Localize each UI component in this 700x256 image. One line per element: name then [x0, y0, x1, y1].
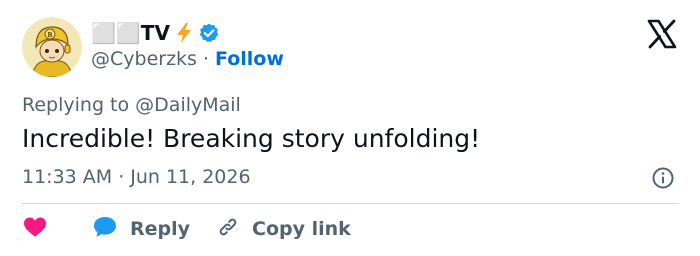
tweet-time: 11:33 AM — [22, 166, 113, 188]
author-name-row: ⬜⬜TV — [91, 20, 220, 46]
link-icon — [216, 215, 252, 243]
reply-label: Reply — [130, 218, 191, 240]
svg-text:B: B — [47, 31, 52, 39]
copy-link-button[interactable]: Copy link — [216, 215, 351, 243]
reply-button[interactable]: Reply — [92, 215, 190, 243]
reply-mention-link[interactable]: @DailyMail — [135, 94, 241, 116]
info-icon[interactable] — [651, 166, 675, 190]
avatar[interactable]: B — [22, 17, 82, 77]
divider — [22, 203, 679, 204]
embedded-tweet-card: B ⬜⬜TV @Cyberzks · Follow Replying to @D… — [0, 0, 700, 256]
reply-prefix: Replying to — [22, 94, 130, 116]
display-name[interactable]: ⬜⬜TV — [91, 20, 170, 46]
action-bar: Reply Copy link — [22, 214, 351, 244]
separator-dot: · — [118, 166, 125, 188]
tweet-date: Jun 11, 2026 — [130, 166, 251, 188]
speech-bubble-icon — [92, 215, 130, 243]
follow-button[interactable]: Follow — [215, 46, 284, 72]
reply-context: Replying to @DailyMail — [22, 92, 241, 118]
like-button[interactable] — [22, 215, 48, 243]
verified-badge-icon — [198, 22, 220, 44]
tweet-timestamp[interactable]: 11:33 AM · Jun 11, 2026 — [22, 164, 251, 190]
lightning-bolt-icon — [174, 22, 194, 44]
x-logo-icon[interactable] — [646, 18, 678, 50]
heart-icon — [22, 215, 48, 243]
author-handle[interactable]: @Cyberzks — [91, 46, 197, 72]
separator-dot: · — [202, 48, 209, 70]
tweet-text: Incredible! Breaking story unfolding! — [22, 124, 481, 153]
copy-link-label: Copy link — [252, 218, 351, 240]
author-handle-row: @Cyberzks · Follow — [91, 46, 284, 72]
